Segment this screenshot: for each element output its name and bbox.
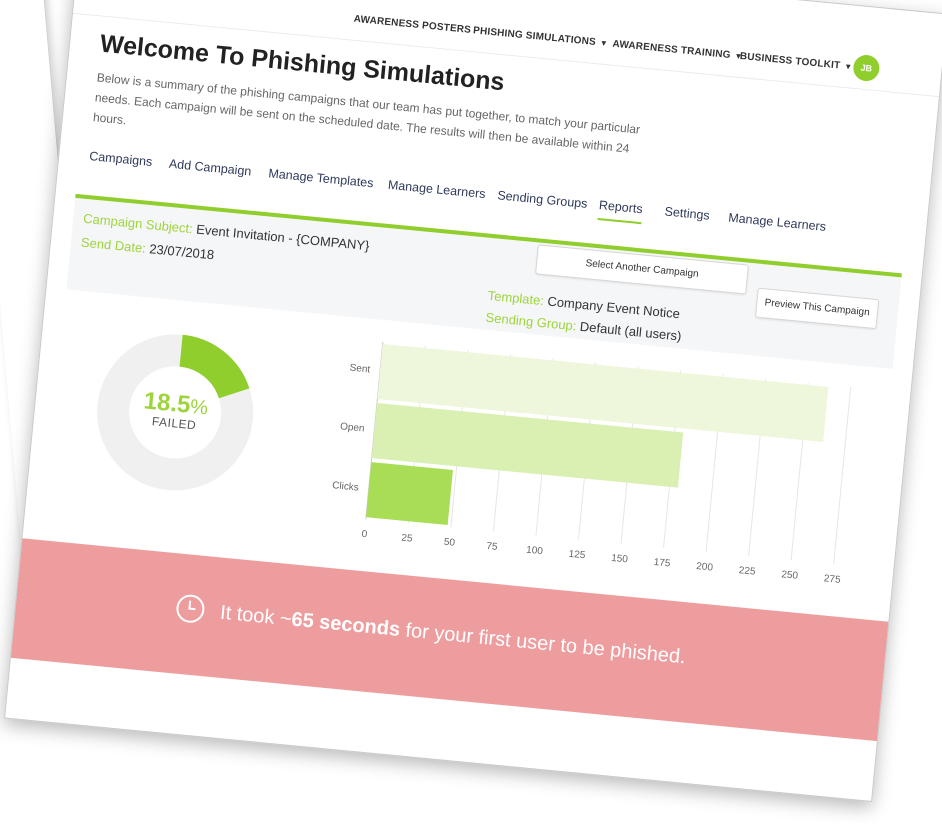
nav-label: BUSINESS TOOLKIT xyxy=(739,50,841,72)
subject-value: Event Invitation - {COMPANY} xyxy=(195,221,371,254)
x-tick-label: 125 xyxy=(568,549,586,562)
x-tick-label: 150 xyxy=(611,553,629,566)
caret-down-icon: ▼ xyxy=(599,38,609,49)
banner-highlight: 65 seconds xyxy=(290,608,402,641)
nav-business-toolkit[interactable]: BUSINESS TOOLKIT ▼ xyxy=(739,51,852,73)
failed-number: 18.5 xyxy=(142,387,192,419)
banner-prefix: It took ~ xyxy=(219,601,293,631)
sending-group-label: Sending Group: xyxy=(485,309,578,334)
category-label: Clicks xyxy=(332,480,360,494)
tab-add-campaign[interactable]: Add Campaign xyxy=(168,157,252,179)
nav-label: PHISHING SIMULATIONS xyxy=(472,25,597,48)
x-tick-label: 50 xyxy=(443,537,456,549)
x-tick-label: 0 xyxy=(361,529,368,541)
tab-sending-groups[interactable]: Sending Groups xyxy=(497,188,588,211)
category-label: Sent xyxy=(349,363,371,376)
send-date-value: 23/07/2018 xyxy=(148,241,215,263)
sending-group-value: Default (all users) xyxy=(579,318,683,344)
banner-suffix: for your first user to be phished. xyxy=(398,618,687,669)
banner-message: It took ~65 seconds for your first user … xyxy=(219,601,687,670)
nav-label: AWARENESS TRAINING xyxy=(611,38,732,61)
tab-manage-templates[interactable]: Manage Templates xyxy=(268,166,374,190)
nav-awareness-posters[interactable]: AWARENESS POSTERS xyxy=(353,14,471,36)
x-tick-label: 250 xyxy=(781,569,799,582)
percent-sign: % xyxy=(189,395,209,420)
nav-label: AWARENESS POSTERS xyxy=(353,13,472,36)
screenshot-stage: AWARENESS POSTERS PHISHING SIMULATIONS ▼ … xyxy=(0,0,942,830)
template-label: Template: xyxy=(487,287,545,309)
tab-reports[interactable]: Reports xyxy=(597,198,644,225)
campaign-send-date: Send Date: 23/07/2018 xyxy=(80,235,215,263)
x-tick-label: 25 xyxy=(401,533,414,545)
clock-icon xyxy=(175,593,206,625)
x-tick-label: 175 xyxy=(653,557,671,570)
x-tick-label: 200 xyxy=(696,561,714,574)
failed-donut-chart: 18.5% FAILED xyxy=(88,325,263,500)
category-label: Open xyxy=(340,421,365,434)
section-tabs: Campaigns Add Campaign Manage Templates … xyxy=(88,149,827,234)
donut-failed-arc xyxy=(178,334,250,399)
tab-manage-learners[interactable]: Manage Learners xyxy=(387,178,486,201)
x-tick-label: 225 xyxy=(738,565,756,578)
x-tick-label: 100 xyxy=(526,545,544,558)
x-tick-label: 75 xyxy=(486,541,499,553)
x-tick-label: 275 xyxy=(823,573,841,586)
gridline xyxy=(833,386,852,565)
app-page: AWARENESS POSTERS PHISHING SIMULATIONS ▼ … xyxy=(4,0,942,802)
subject-label: Campaign Subject: xyxy=(82,210,194,237)
send-date-label: Send Date: xyxy=(80,234,147,256)
nav-awareness-training[interactable]: AWARENESS TRAINING ▼ xyxy=(612,39,743,62)
tab-campaigns[interactable]: Campaigns xyxy=(89,149,153,169)
select-campaign-button[interactable]: Select Another Campaign xyxy=(535,244,749,295)
bar-clicks xyxy=(366,462,453,526)
tab-manage-learners-2[interactable]: Manage Learners xyxy=(728,211,827,234)
nav-phishing-simulations[interactable]: PHISHING SIMULATIONS ▼ xyxy=(473,25,609,49)
preview-campaign-button[interactable]: Preview This Campaign xyxy=(754,287,880,330)
user-avatar[interactable]: JB xyxy=(852,53,881,83)
caret-down-icon: ▼ xyxy=(843,61,853,72)
tab-settings[interactable]: Settings xyxy=(664,204,710,222)
